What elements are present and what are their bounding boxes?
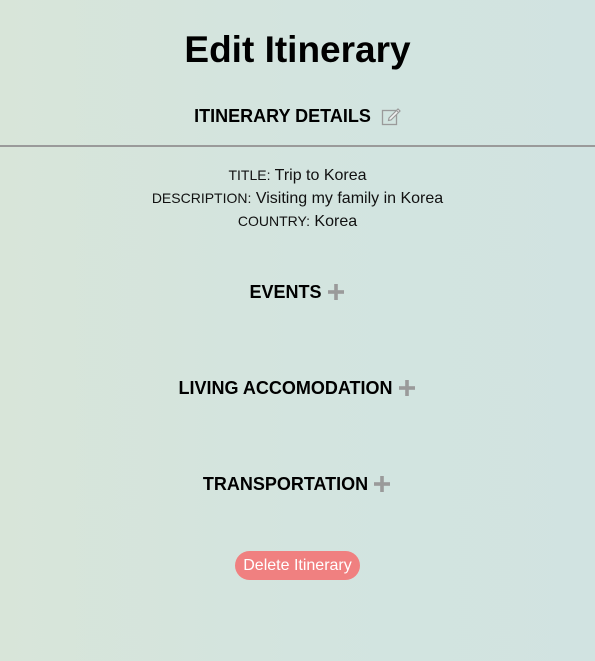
section-divider xyxy=(0,145,595,147)
detail-value: Trip to Korea xyxy=(274,167,367,184)
detail-key: TITLE: xyxy=(228,167,271,183)
itinerary-details-heading: ITINERARY DETAILS xyxy=(194,106,371,126)
detail-value: Visiting my family in Korea xyxy=(255,190,444,207)
living-accomodation-header: LIVING ACCOMODATION xyxy=(0,377,595,399)
detail-row-title: TITLE: Trip to Korea xyxy=(0,164,595,187)
page-title: Edit Itinerary xyxy=(184,29,411,70)
detail-key: DESCRIPTION: xyxy=(151,190,252,206)
edit-itinerary-page: Edit Itinerary ITINERARY DETAILS TITLE: … xyxy=(0,0,595,661)
add-living-plus-icon[interactable] xyxy=(397,378,417,398)
delete-itinerary-button[interactable]: Delete Itinerary xyxy=(235,551,360,580)
living-accomodation-heading: LIVING ACCOMODATION xyxy=(178,378,393,398)
detail-value: Korea xyxy=(314,213,358,230)
itinerary-details-header: ITINERARY DETAILS xyxy=(0,105,595,127)
detail-row-description: DESCRIPTION: Visiting my family in Korea xyxy=(0,187,595,210)
add-event-plus-icon[interactable] xyxy=(326,282,346,302)
transportation-heading: TRANSPORTATION xyxy=(202,474,369,494)
events-heading: EVENTS xyxy=(249,282,322,302)
itinerary-details: TITLE: Trip to Korea DESCRIPTION: Visiti… xyxy=(0,164,595,233)
edit-icon[interactable] xyxy=(381,106,401,126)
transportation-header: TRANSPORTATION xyxy=(0,473,595,495)
detail-key: COUNTRY: xyxy=(237,213,310,229)
add-transportation-plus-icon[interactable] xyxy=(372,474,392,494)
detail-row-country: COUNTRY: Korea xyxy=(0,210,595,233)
events-header: EVENTS xyxy=(0,281,595,303)
